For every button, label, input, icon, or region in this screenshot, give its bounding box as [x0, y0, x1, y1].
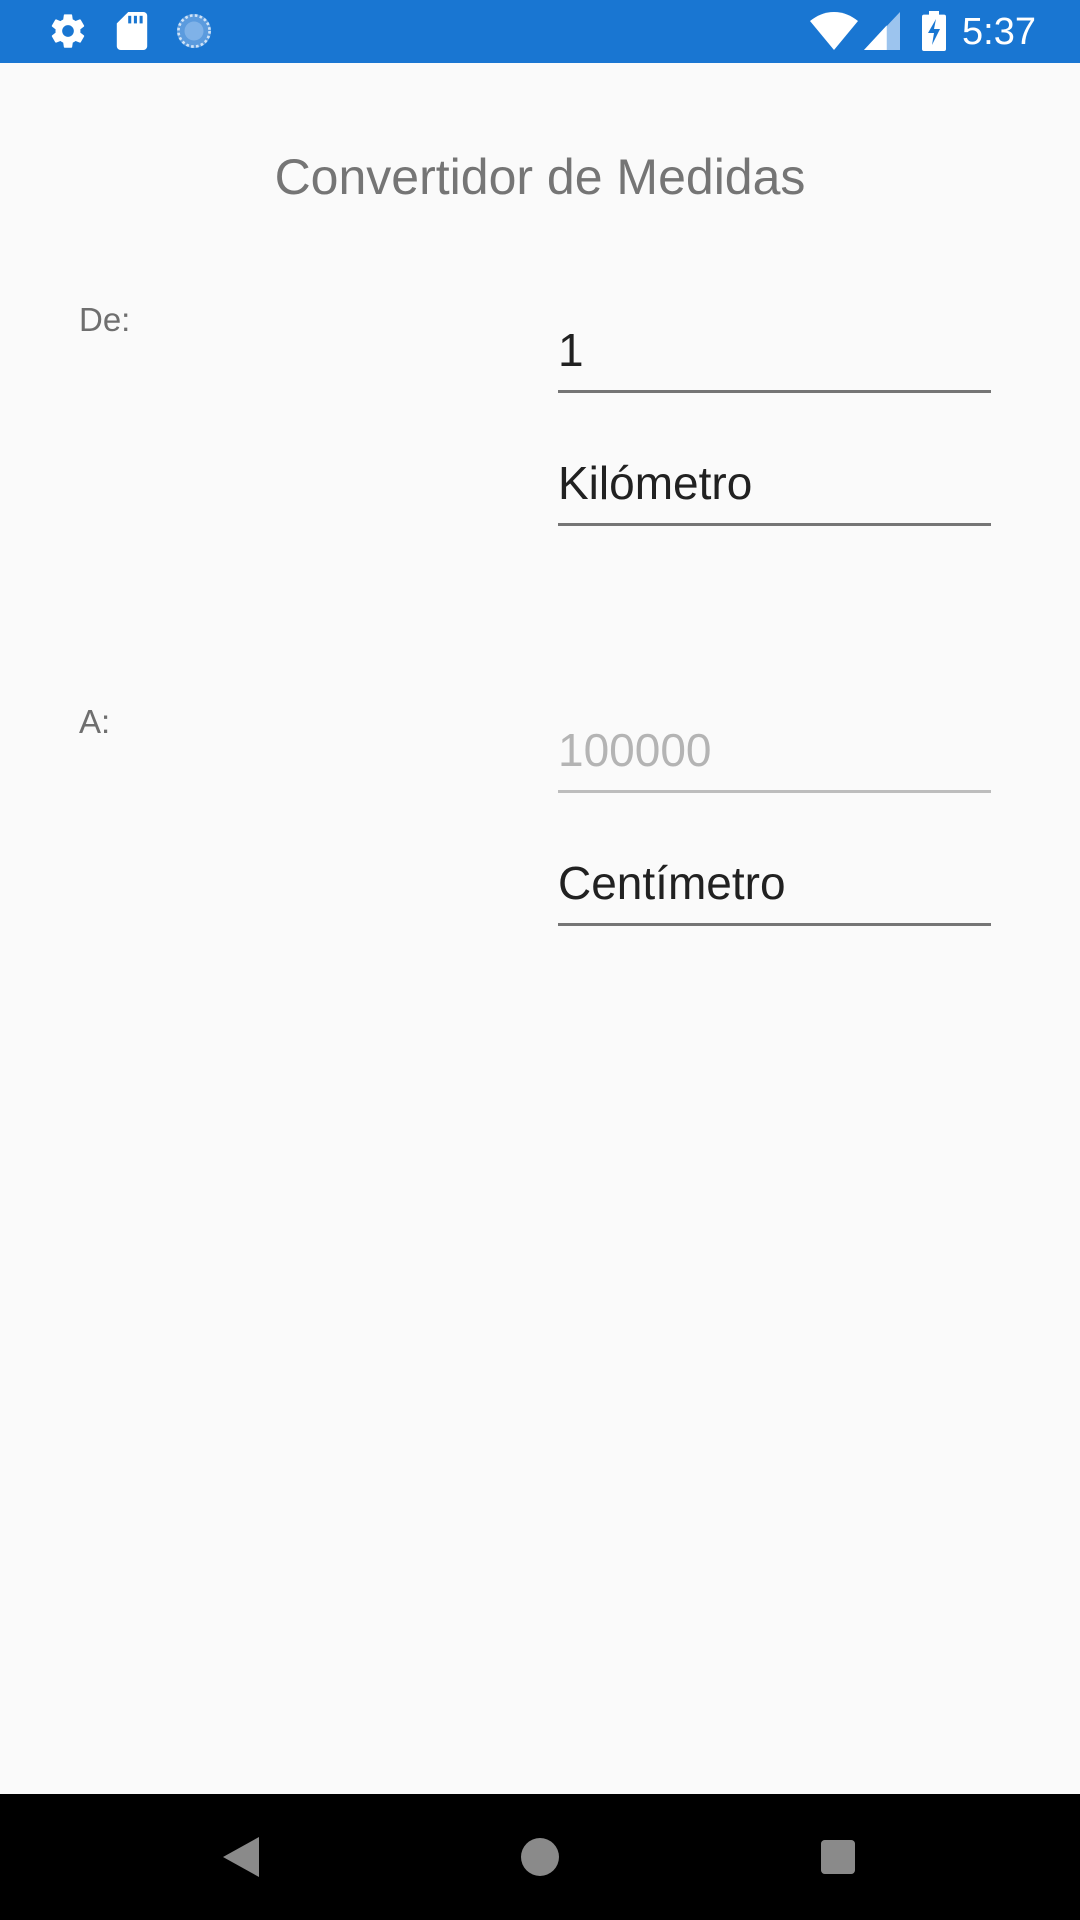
back-icon[interactable]	[211, 1827, 271, 1887]
from-unit-picker[interactable]: Kilómetro	[558, 448, 991, 526]
gear-icon	[46, 9, 90, 53]
page-title: Convertidor de Medidas	[274, 149, 806, 205]
wifi-icon	[808, 9, 860, 53]
from-label: De:	[79, 301, 131, 338]
status-bar: 5:37	[0, 0, 1080, 63]
from-value-input[interactable]: 1	[558, 315, 991, 393]
to-label: A:	[79, 703, 111, 740]
to-unit-picker[interactable]: Centímetro	[558, 848, 991, 926]
recents-icon[interactable]	[808, 1827, 868, 1887]
sync-icon	[172, 9, 216, 53]
status-time: 5:37	[962, 11, 1036, 53]
from-unit-text: Kilómetro	[558, 457, 753, 509]
cell-signal-icon	[862, 9, 902, 53]
from-value-text: 1	[558, 324, 584, 376]
navigation-bar	[0, 1794, 1080, 1920]
to-value-output: 100000	[558, 715, 991, 793]
to-unit-text: Centímetro	[558, 857, 786, 909]
home-icon[interactable]	[510, 1827, 570, 1887]
to-value-text: 100000	[558, 724, 712, 776]
battery-charging-icon	[920, 9, 948, 53]
sd-card-icon	[112, 9, 152, 53]
